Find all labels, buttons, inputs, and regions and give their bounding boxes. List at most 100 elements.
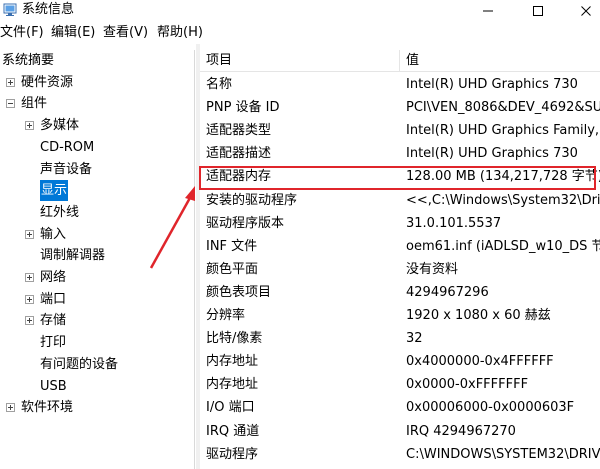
title-bar: 系统信息 <box>0 0 600 22</box>
item-value-cell: Intel(R) UHD Graphics 730 <box>406 146 578 162</box>
tree-item-label: 硬件资源 <box>21 74 74 90</box>
tree-item[interactable]: 系统摘要 <box>0 50 194 71</box>
tree-item[interactable]: 有问题的设备 <box>0 354 194 375</box>
tree-item[interactable]: USB <box>0 376 194 397</box>
tree-item-label: 存储 <box>40 313 67 329</box>
tree-item[interactable]: CD-ROM <box>0 137 194 158</box>
menu-edit[interactable]: 编辑(E) <box>51 25 95 41</box>
list-row[interactable]: 颜色表项目 4294967296 <box>200 281 600 304</box>
tree-item[interactable]: 硬件资源 <box>0 72 194 93</box>
tree-item-label: 输入 <box>40 226 67 242</box>
expand-icon[interactable] <box>25 121 34 131</box>
details-list[interactable]: 项目 值 名称 Intel(R) UHD Graphics 730 PNP 设备 I… <box>200 50 600 469</box>
menu-help[interactable]: 帮助(H) <box>157 25 203 41</box>
window-title: 系统信息 <box>22 2 75 17</box>
system-info-icon <box>3 3 17 16</box>
tree-item-label: 调制解调器 <box>40 248 106 264</box>
menu-bar: 文件(F) 编辑(E) 查看(V) 帮助(H) <box>0 22 600 44</box>
list-row[interactable]: IRQ 通道 IRQ 4294967270 <box>200 420 600 443</box>
list-header: 项目 值 <box>200 50 600 72</box>
column-header-value[interactable]: 值 <box>406 50 419 72</box>
minimize-icon <box>483 10 493 12</box>
item-value-cell: 1920 x 1080 x 60 赫兹 <box>406 308 551 323</box>
tree-item-label: 打印 <box>40 335 67 351</box>
list-row[interactable]: 适配器描述 Intel(R) UHD Graphics 730 <box>200 142 600 165</box>
expand-icon[interactable] <box>25 273 34 282</box>
list-row[interactable]: 内存地址 0x0000-0xFFFFFFF <box>200 373 600 396</box>
list-row[interactable]: PNP 设备 ID PCI\VEN_8086&DEV_4692&SU <box>200 96 600 119</box>
item-name-cell: 名称 <box>206 77 233 92</box>
tree-item[interactable]: 端口 <box>0 289 194 310</box>
menu-view[interactable]: 查看(V) <box>103 25 148 41</box>
item-value-cell: PCI\VEN_8086&DEV_4692&SU <box>406 100 600 116</box>
list-row[interactable]: 颜色平面 没有资料 <box>200 258 600 281</box>
close-icon <box>581 6 591 16</box>
tree-item-label: 有问题的设备 <box>40 356 119 372</box>
item-value-cell: 0x4000000-0x4FFFFFF <box>406 354 554 370</box>
item-value-cell: IRQ 4294967270 <box>406 423 516 439</box>
tree-item[interactable]: 红外线 <box>0 202 194 223</box>
item-name-cell: 比特/像素 <box>206 331 263 347</box>
tree-item[interactable]: 网络 <box>0 267 194 288</box>
column-separator[interactable] <box>399 50 400 72</box>
list-row[interactable]: 安装的驱动程序 <<,C:\Windows\System32\Drive <box>200 189 600 212</box>
item-name-cell: I/O 端口 <box>206 400 255 416</box>
minimize-button[interactable] <box>465 0 511 22</box>
tree-item-label: CD-ROM <box>40 139 95 155</box>
item-value-cell: 4294967296 <box>406 284 489 300</box>
tree-item[interactable]: 多媒体 <box>0 115 194 136</box>
list-row[interactable]: I/O 端口 0x00006000-0x0000603F <box>200 396 600 419</box>
list-row[interactable]: 名称 Intel(R) UHD Graphics 730 <box>200 73 600 96</box>
tree-item-label: 红外线 <box>40 204 80 220</box>
item-name-cell: 颜色平面 <box>206 261 259 277</box>
expand-icon[interactable] <box>25 294 34 304</box>
list-row[interactable]: 分辨率 1920 x 1080 x 60 赫兹 <box>200 304 600 327</box>
item-name-cell: 颜色表项目 <box>206 284 272 300</box>
tree-item-label: 组件 <box>21 96 48 112</box>
item-name-cell: 驱动程序 <box>206 446 259 462</box>
annotation-highlight-box <box>199 166 596 190</box>
item-value-cell: Intel(R) UHD Graphics Family, Ir <box>406 123 600 139</box>
item-value-cell: 没有资料 <box>406 261 459 277</box>
list-row[interactable]: 比特/像素 32 <box>200 327 600 350</box>
tree-item-label: 网络 <box>40 270 67 285</box>
expand-icon[interactable] <box>25 229 34 239</box>
item-name-cell: 分辨率 <box>206 308 246 323</box>
item-value-cell: 0x0000-0xFFFFFFF <box>406 377 529 393</box>
tree-item[interactable]: 存储 <box>0 310 194 331</box>
tree-item-label: 端口 <box>40 291 67 307</box>
column-header-item[interactable]: 项目 <box>206 50 232 72</box>
menu-file[interactable]: 文件(F) <box>0 25 44 41</box>
close-button[interactable] <box>563 0 600 22</box>
maximize-button[interactable] <box>515 0 561 22</box>
list-row[interactable]: 驱动程序 C:\WINDOWS\SYSTEM32\DRIV <box>200 443 600 466</box>
item-name-cell: IRQ 通道 <box>206 423 260 439</box>
list-row[interactable]: 内存地址 0x4000000-0x4FFFFFF <box>200 350 600 373</box>
list-row[interactable]: 驱动程序版本 31.0.101.5537 <box>200 212 600 235</box>
tree-item[interactable]: 输入 <box>0 224 194 245</box>
list-row[interactable]: 适配器类型 Intel(R) UHD Graphics Family, Ir <box>200 119 600 142</box>
expand-icon[interactable] <box>6 403 15 413</box>
tree-item[interactable]: 打印 <box>0 332 194 353</box>
tree-item-label: 系统摘要 <box>2 53 55 68</box>
collapse-icon[interactable] <box>6 99 15 109</box>
tree-item-label: 显示 <box>40 180 69 202</box>
item-name-cell: 驱动程序版本 <box>206 215 285 231</box>
tree-item[interactable]: 组件 <box>0 93 194 114</box>
item-value-cell: Intel(R) UHD Graphics 730 <box>406 77 578 92</box>
expand-icon[interactable] <box>6 77 15 87</box>
maximize-icon <box>533 6 543 16</box>
tree-item[interactable]: 显示 <box>0 180 194 202</box>
item-value-cell: 31.0.101.5537 <box>406 215 502 231</box>
expand-icon[interactable] <box>25 316 34 326</box>
item-name-cell: 安装的驱动程序 <box>206 192 298 208</box>
item-name-cell: 内存地址 <box>206 377 259 393</box>
tree-item[interactable]: 软件环境 <box>0 397 194 418</box>
item-value-cell: 0x00006000-0x0000603F <box>406 400 575 416</box>
item-value-cell: <<,C:\Windows\System32\Drive <box>406 192 600 208</box>
tree-item[interactable]: 调制解调器 <box>0 245 194 266</box>
category-tree[interactable]: 系统摘要硬件资源组件多媒体 CD-ROM 声音设备 显示红外线输入调制解调器网络端口存… <box>0 50 195 469</box>
list-row[interactable]: INF 文件 oem61.inf (iADLSD_w10_DS 节) <box>200 235 600 258</box>
item-value-cell: 32 <box>406 331 423 347</box>
tree-item[interactable]: 声音设备 <box>0 159 194 180</box>
